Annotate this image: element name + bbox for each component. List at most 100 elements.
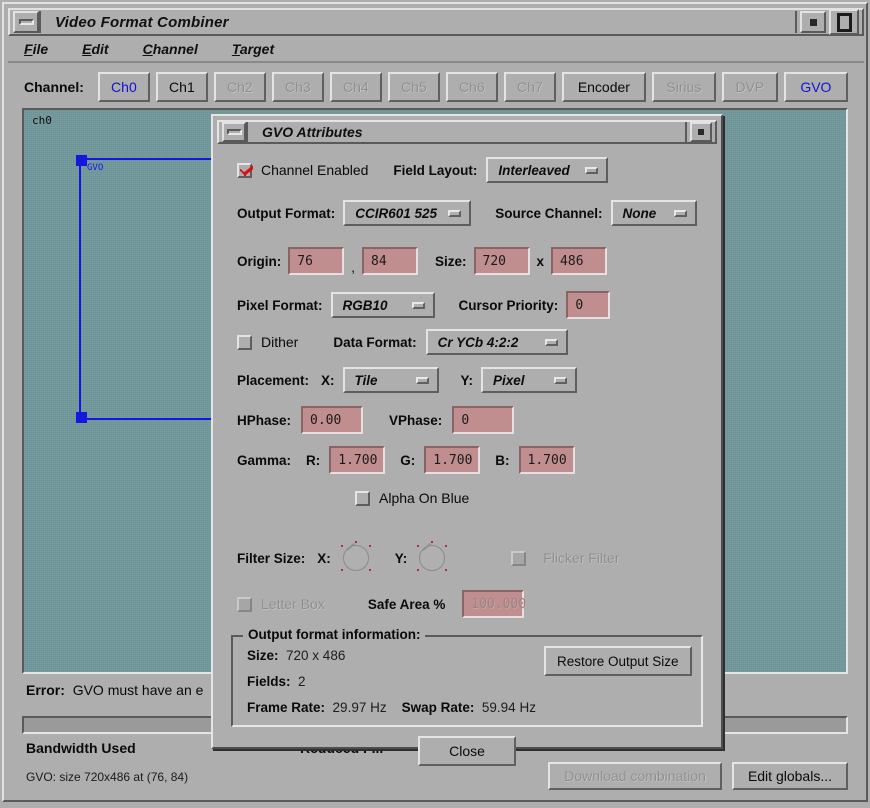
row-letter-box: Letter Box Safe Area % 100.000 xyxy=(217,590,737,618)
chevron-down-icon xyxy=(554,377,567,384)
resize-handle-top-left[interactable] xyxy=(76,155,87,166)
gvo-attributes-dialog: GVO Attributes Channel Enabled Field Lay… xyxy=(211,114,723,749)
channel-button-ch3[interactable]: Ch3 xyxy=(272,72,324,102)
hphase-input[interactable]: 0.00 xyxy=(301,406,363,434)
filter-size-y-knob[interactable] xyxy=(415,541,449,575)
safe-area-input[interactable]: 100.000 xyxy=(462,590,524,618)
chevron-down-icon xyxy=(585,167,598,174)
knob-tick xyxy=(355,541,357,543)
frame-rate-label: Frame Rate: xyxy=(247,700,325,715)
row-pixel-format: Pixel Format: RGB10 Cursor Priority: 0 xyxy=(217,291,737,319)
source-channel-dropdown[interactable]: None xyxy=(611,200,697,226)
filter-size-x-label: X: xyxy=(317,551,331,566)
knob-tick xyxy=(341,569,343,571)
vphase-input[interactable]: 0 xyxy=(452,406,514,434)
close-button[interactable]: Close xyxy=(418,736,516,766)
hphase-label: HPhase: xyxy=(237,413,291,428)
resize-handle-bottom-left[interactable] xyxy=(76,412,87,423)
frame-rate-value: 29.97 Hz xyxy=(333,700,387,715)
flicker-filter-checkbox[interactable] xyxy=(511,551,526,566)
row-output-format: Output Format: CCIR601 525 Source Channe… xyxy=(217,200,737,226)
gamma-b-label: B: xyxy=(495,453,509,468)
flicker-filter-label: Flicker Filter xyxy=(543,550,619,566)
gamma-g-input[interactable]: 1.700 xyxy=(424,446,480,474)
placement-x-label: X: xyxy=(321,373,335,388)
title-bar-divider-right xyxy=(795,11,797,33)
output-size-label: Size: xyxy=(247,648,279,663)
row-alpha-on-blue: Alpha On Blue xyxy=(217,490,855,506)
channel-button-ch0[interactable]: Ch0 xyxy=(98,72,150,102)
filter-size-x-knob[interactable] xyxy=(339,541,373,575)
size-label: Size: xyxy=(435,254,467,269)
source-channel-label: Source Channel: xyxy=(495,206,602,221)
placement-y-dropdown[interactable]: Pixel xyxy=(481,367,577,393)
error-message: Error: GVO must have an e xyxy=(26,682,203,698)
cursor-priority-input[interactable]: 0 xyxy=(566,291,610,319)
channel-button-ch5[interactable]: Ch5 xyxy=(388,72,440,102)
filter-size-y-label: Y: xyxy=(395,551,408,566)
size-width-input[interactable]: 720 xyxy=(474,247,530,275)
channel-button-gvo[interactable]: GVO xyxy=(784,72,848,102)
channel-button-ch1[interactable]: Ch1 xyxy=(156,72,208,102)
maximize-button[interactable] xyxy=(800,11,826,33)
bandwidth-used-label: Bandwidth Used xyxy=(26,740,136,756)
data-format-value: Cr YCb 4:2:2 xyxy=(438,335,519,350)
data-format-dropdown[interactable]: Cr YCb 4:2:2 xyxy=(426,329,568,355)
size-height-input[interactable]: 486 xyxy=(551,247,607,275)
channel-button-ch2[interactable]: Ch2 xyxy=(214,72,266,102)
origin-x-input[interactable]: 76 xyxy=(288,247,344,275)
edit-globals-button[interactable]: Edit globals... xyxy=(732,762,848,790)
channel-button-ch4[interactable]: Ch4 xyxy=(330,72,382,102)
origin-label: Origin: xyxy=(237,254,281,269)
dialog-minimize-button[interactable] xyxy=(222,122,246,142)
row-channel-enabled: Channel Enabled Field Layout: Interleave… xyxy=(217,157,737,183)
menu-target[interactable]: Target xyxy=(232,41,274,57)
download-combination-button[interactable]: Download combination xyxy=(548,762,722,790)
knob-tick xyxy=(445,569,447,571)
pixel-format-value: RGB10 xyxy=(343,298,388,313)
field-layout-label: Field Layout: xyxy=(393,163,477,178)
field-layout-dropdown[interactable]: Interleaved xyxy=(486,157,608,183)
pixel-format-dropdown[interactable]: RGB10 xyxy=(331,292,435,318)
channel-button-dvp[interactable]: DVP xyxy=(722,72,778,102)
dialog-maximize-icon xyxy=(698,129,704,135)
row-gamma: Gamma: R: 1.700 G: 1.700 B: 1.700 xyxy=(217,446,737,474)
gamma-r-input[interactable]: 1.700 xyxy=(329,446,385,474)
channel-button-sirius[interactable]: Sirius xyxy=(652,72,716,102)
output-format-value: CCIR601 525 xyxy=(355,206,437,221)
letter-box-checkbox[interactable] xyxy=(237,597,252,612)
row-dither-data-format: Dither Data Format: Cr YCb 4:2:2 xyxy=(217,329,737,355)
restore-button[interactable] xyxy=(829,9,859,35)
alpha-on-blue-checkbox[interactable] xyxy=(355,491,370,506)
output-fields-row: Fields: 2 xyxy=(247,674,306,689)
channel-button-ch6[interactable]: Ch6 xyxy=(446,72,498,102)
origin-y-input[interactable]: 84 xyxy=(362,247,418,275)
placement-label: Placement: xyxy=(237,373,309,388)
canvas-channel-label: ch0 xyxy=(32,114,52,127)
dither-checkbox[interactable] xyxy=(237,335,252,350)
knob-tick xyxy=(417,545,419,547)
chevron-down-icon xyxy=(448,210,461,217)
placement-x-dropdown[interactable]: Tile xyxy=(343,367,439,393)
gamma-b-input[interactable]: 1.700 xyxy=(519,446,575,474)
menu-edit[interactable]: Edit xyxy=(82,41,108,57)
dialog-maximize-button[interactable] xyxy=(690,122,712,142)
placement-y-value: Pixel xyxy=(493,373,525,388)
menu-channel[interactable]: Channel xyxy=(143,41,198,57)
knob-tick xyxy=(341,545,343,547)
channel-button-ch7[interactable]: Ch7 xyxy=(504,72,556,102)
channel-button-encoder[interactable]: Encoder xyxy=(562,72,646,102)
knob-tick xyxy=(417,569,419,571)
source-channel-value: None xyxy=(623,206,657,221)
channel-enabled-checkbox[interactable] xyxy=(237,163,252,178)
dialog-minimize-icon xyxy=(227,129,242,135)
menu-file[interactable]: File xyxy=(24,41,48,57)
row-filter-size: Filter Size: X: Y: xyxy=(217,541,737,575)
restore-output-size-button[interactable]: Restore Output Size xyxy=(544,646,692,676)
chevron-down-icon xyxy=(545,339,558,346)
error-text: GVO must have an e xyxy=(73,682,204,698)
minimize-button[interactable] xyxy=(13,11,39,33)
chevron-down-icon xyxy=(416,377,429,384)
menu-channel-label: hannel xyxy=(153,41,198,57)
output-format-dropdown[interactable]: CCIR601 525 xyxy=(343,200,471,226)
